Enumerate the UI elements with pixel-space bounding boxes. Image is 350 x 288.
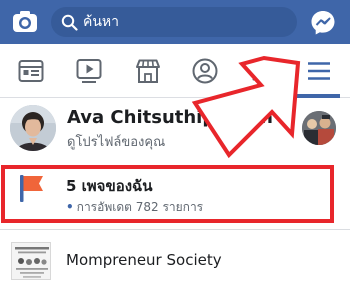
news-feed-icon[interactable] <box>16 56 46 86</box>
my-pages-shortcut[interactable]: 5 เพจของฉัน • การอัพเดต 782 รายการ <box>0 158 350 226</box>
group-shortcut[interactable]: Mompreneur Society <box>0 230 350 288</box>
pages-flag-icon <box>18 173 46 203</box>
profile-name[interactable]: Ava Chitsuthipakorn <box>67 107 273 128</box>
profile-shortcut[interactable]: Ava Chitsuthipakorn ดูโปรไฟล์ของคุณ <box>0 98 350 158</box>
watch-video-icon[interactable] <box>74 56 104 86</box>
pages-update-label: การอัพเดต 782 รายการ <box>76 200 204 214</box>
camera-icon[interactable] <box>9 6 41 38</box>
marketplace-store-icon[interactable] <box>133 56 163 86</box>
notifications-bell-icon[interactable] <box>248 56 278 86</box>
nav-tab-bar <box>0 44 350 98</box>
top-bar <box>0 0 350 44</box>
account-switcher-avatar[interactable] <box>302 111 336 145</box>
pages-update-count: • การอัพเดต 782 รายการ <box>66 198 203 217</box>
messenger-icon[interactable] <box>308 8 338 38</box>
profile-icon[interactable] <box>190 56 220 86</box>
group-thumbnail <box>11 242 51 280</box>
search-input[interactable] <box>83 7 288 37</box>
menu-hamburger-icon[interactable] <box>304 56 334 86</box>
avatar <box>10 105 56 151</box>
group-name: Mompreneur Society <box>66 251 222 269</box>
search-box[interactable] <box>51 7 297 37</box>
search-icon <box>61 14 78 31</box>
view-profile-link[interactable]: ดูโปรไฟล์ของคุณ <box>67 131 165 152</box>
my-pages-title: 5 เพจของฉัน <box>66 177 153 195</box>
new-update-dot: • <box>66 200 74 214</box>
